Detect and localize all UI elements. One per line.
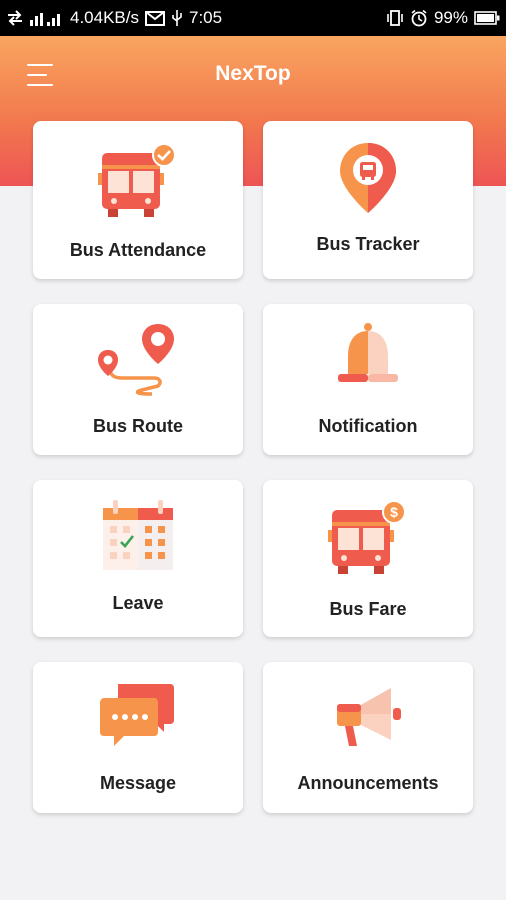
bus-check-icon: [98, 143, 176, 217]
location-pin-bus-icon: [340, 143, 396, 213]
battery-icon: [474, 11, 500, 25]
usb-icon: [172, 10, 182, 26]
tile-label: Bus Route: [93, 416, 183, 436]
tile-label: Announcements: [297, 773, 439, 793]
megaphone-icon: [337, 688, 401, 746]
tile-bus-attendance[interactable]: Bus Attendance: [33, 121, 243, 279]
chat-bubbles-icon: [100, 684, 174, 746]
tile-label: Message: [99, 773, 177, 793]
data-transfer-icon: [8, 10, 22, 26]
bus-dollar-icon: $: [328, 500, 406, 574]
tile-label: Bus Fare: [329, 599, 407, 619]
tile-message[interactable]: Message: [33, 662, 243, 813]
tile-bus-route[interactable]: Bus Route: [33, 304, 243, 455]
tile-bus-fare[interactable]: $ Bus Fare: [263, 480, 473, 637]
svg-text:$: $: [390, 504, 398, 520]
vibrate-icon: [387, 10, 403, 26]
alarm-icon: [411, 9, 427, 27]
network-speed: 4.04KB/s: [70, 8, 139, 27]
bell-icon: [338, 323, 398, 382]
battery-percent: 99%: [433, 8, 468, 27]
tile-bus-tracker[interactable]: Bus Tracker: [263, 121, 473, 279]
tile-notification[interactable]: Notification: [263, 304, 473, 455]
tile-label: Bus Tracker: [316, 234, 420, 254]
tile-label: Leave: [112, 593, 164, 613]
clock-time: 7:05: [189, 8, 223, 27]
tile-leave[interactable]: Leave: [33, 480, 243, 637]
signal-icon: [30, 13, 60, 26]
status-bar: 4.04KB/s 7:05 99%: [0, 0, 506, 36]
route-map-icon: [98, 324, 174, 396]
mail-icon: [145, 10, 165, 26]
tile-label: Bus Attendance: [69, 240, 207, 260]
tile-announcements[interactable]: Announcements: [263, 662, 473, 813]
app-title: NexTop: [215, 62, 291, 85]
tile-label: Notification: [318, 416, 418, 436]
calendar-icon: [103, 500, 173, 570]
